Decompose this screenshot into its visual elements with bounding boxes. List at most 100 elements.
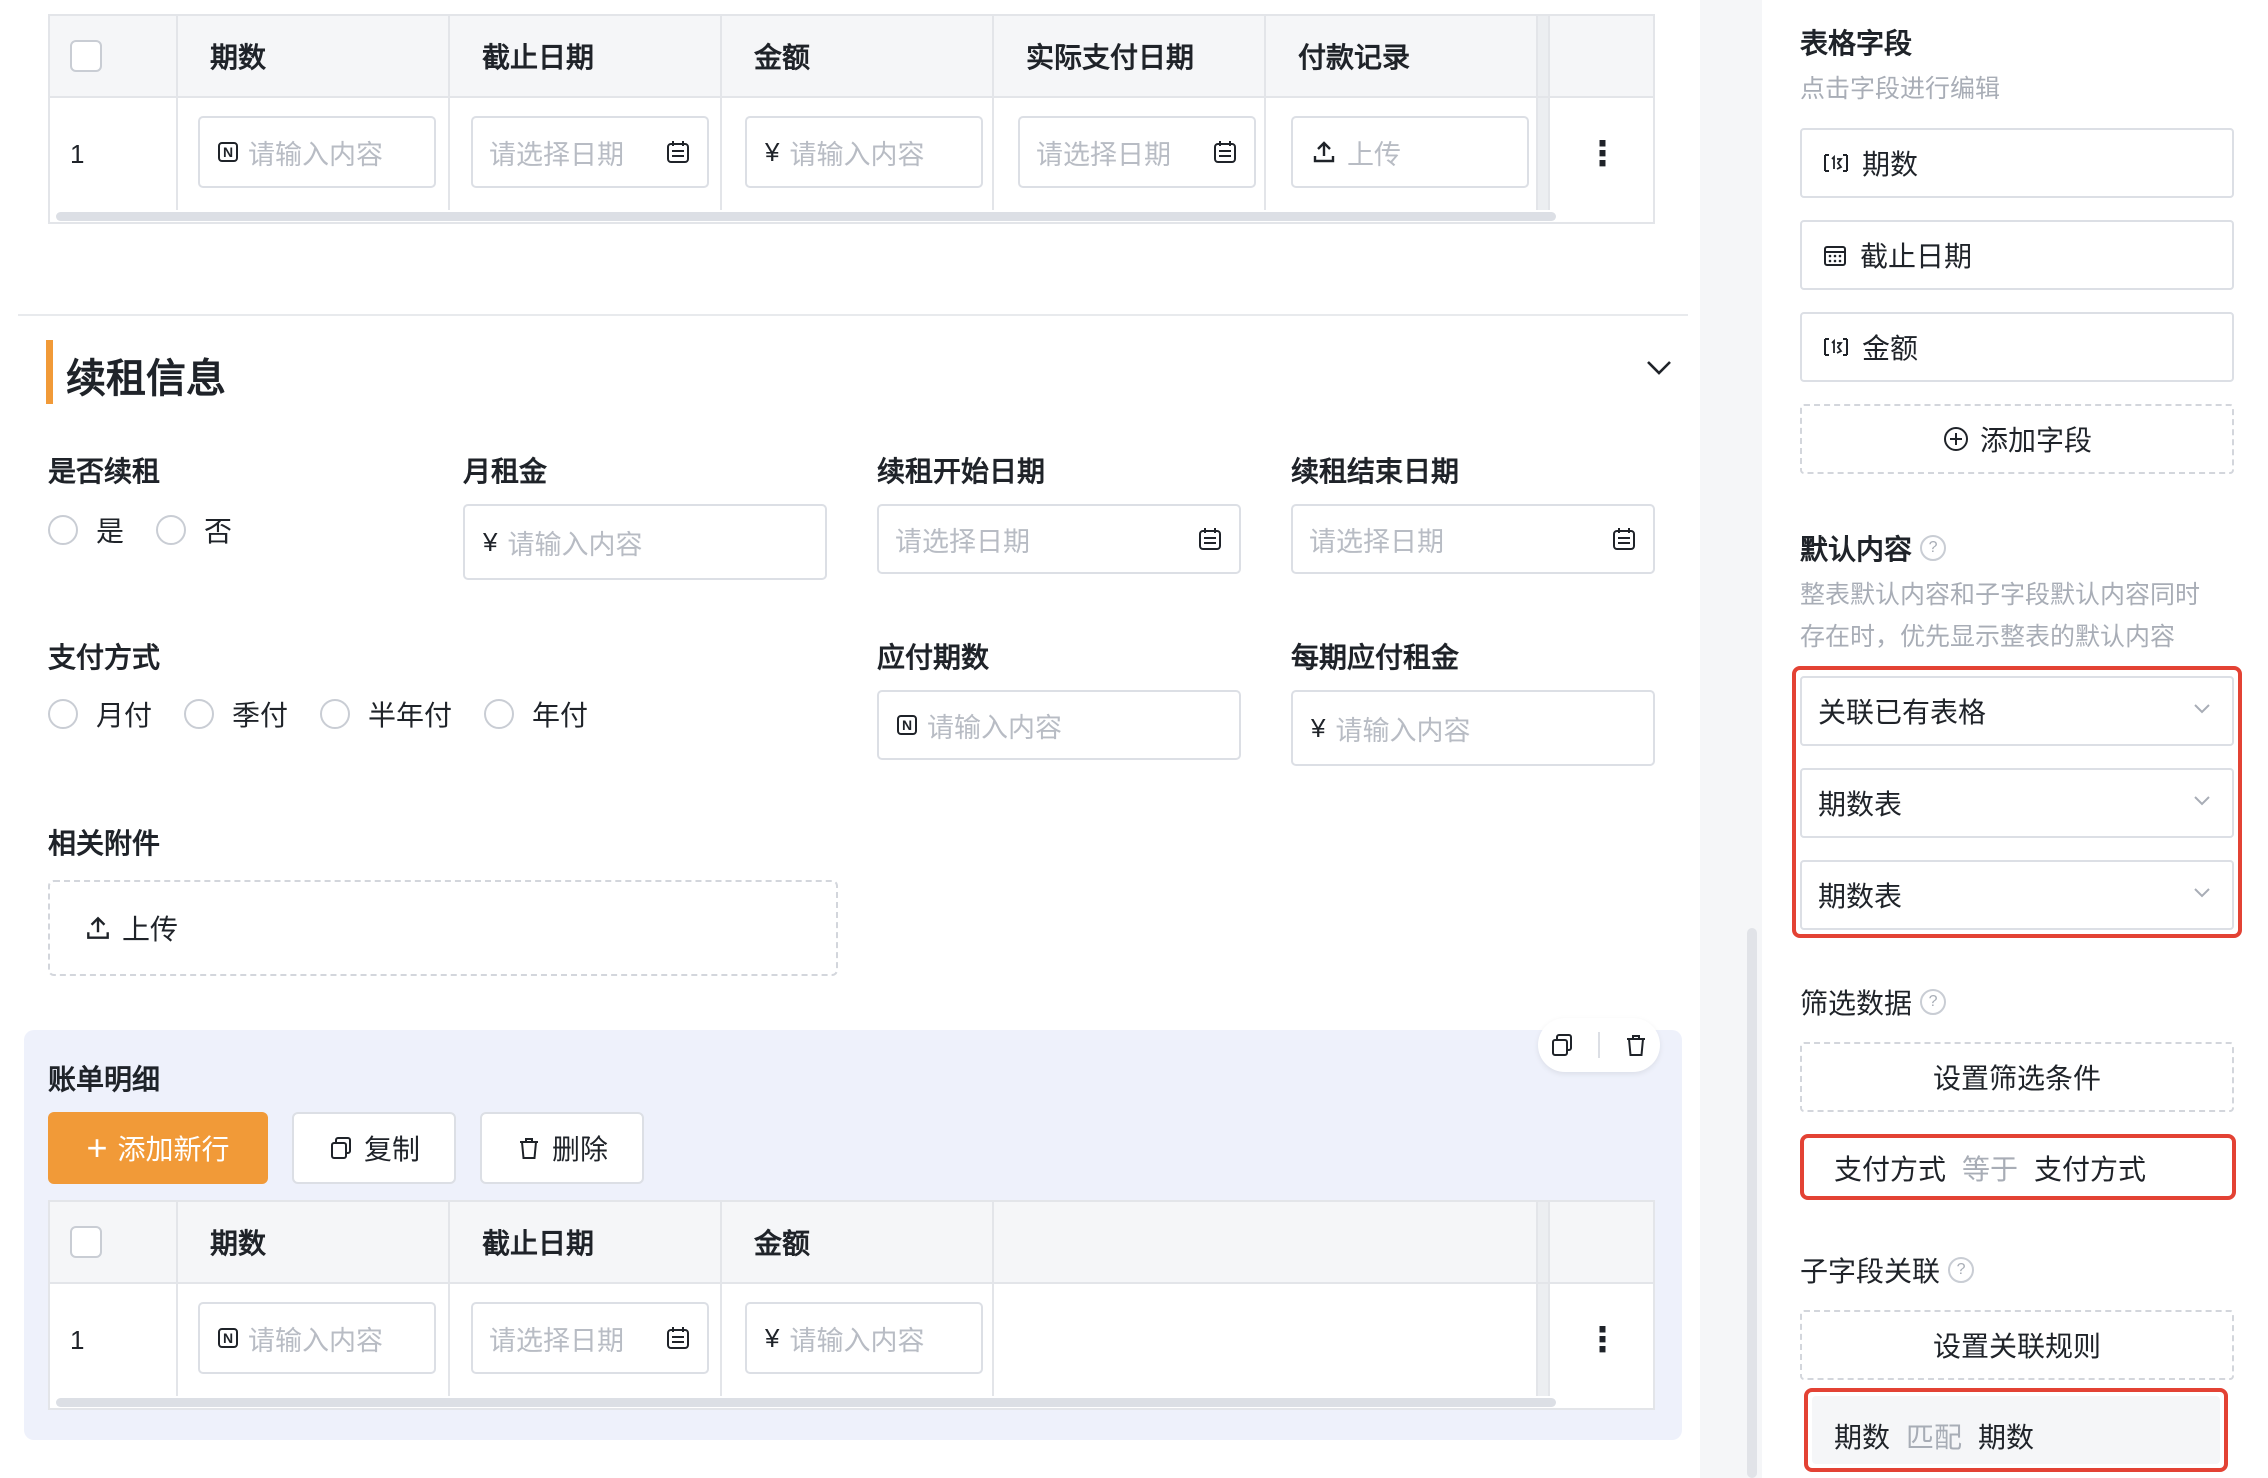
periods-due-input[interactable]: N 请输入内容 bbox=[877, 690, 1241, 760]
select-value: 关联已有表格 bbox=[1818, 697, 1987, 728]
attachments-label: 相关附件 bbox=[48, 828, 161, 859]
delete-button[interactable]: 删除 bbox=[480, 1112, 644, 1184]
payment-monthly-radio[interactable]: 月付 bbox=[48, 694, 152, 734]
button-label: 复制 bbox=[363, 1134, 420, 1165]
header-actual-pay-date: 实际支付日期 bbox=[994, 16, 1266, 96]
table-fields-subtitle: 点击字段进行编辑 bbox=[1800, 75, 2001, 103]
filter-title: 筛选数据 ? bbox=[1800, 982, 1947, 1022]
card-toolbar bbox=[1538, 1018, 1660, 1072]
header-due-date: 截止日期 bbox=[450, 1202, 722, 1282]
due-date-picker[interactable]: 请选择日期 bbox=[471, 116, 709, 188]
due-date-picker[interactable]: 请选择日期 bbox=[471, 1302, 709, 1374]
set-relation-button[interactable]: 设置关联规则 bbox=[1800, 1310, 2234, 1380]
rent-per-period-input[interactable]: ¥ 请输入内容 bbox=[1291, 690, 1655, 766]
payment-record-upload[interactable]: 上传 bbox=[1291, 116, 1529, 188]
vertical-scrollbar[interactable] bbox=[1747, 928, 1757, 1478]
upload-icon bbox=[84, 914, 112, 942]
horizontal-scrollbar[interactable] bbox=[56, 212, 1556, 221]
payment-yearly-radio[interactable]: 年付 bbox=[484, 694, 588, 734]
select-all-checkbox[interactable] bbox=[70, 1226, 102, 1258]
help-icon[interactable]: ? bbox=[1920, 989, 1947, 1015]
select-all-checkbox[interactable] bbox=[70, 40, 102, 72]
add-row-button[interactable]: + 添加新行 bbox=[48, 1112, 268, 1184]
row-number: 1 bbox=[50, 1284, 178, 1396]
amount-input[interactable]: ¥ 请输入内容 bbox=[745, 116, 983, 188]
payment-quarterly-radio[interactable]: 季付 bbox=[184, 694, 288, 734]
header-payment-record: 付款记录 bbox=[1266, 16, 1538, 96]
more-options-icon[interactable]: ⋮ bbox=[1550, 1323, 1653, 1357]
relation-rule[interactable]: 期数 匹配 期数 bbox=[1834, 1416, 2034, 1456]
default-source-select[interactable]: 关联已有表格 bbox=[1800, 676, 2234, 746]
renew-start-label: 续租开始日期 bbox=[877, 456, 1046, 487]
renew-start-date-picker[interactable]: 请选择日期 bbox=[877, 504, 1241, 574]
section-accent-bar bbox=[46, 340, 53, 404]
attachments-upload-area[interactable]: 上传 bbox=[48, 880, 838, 976]
calendar-icon bbox=[1212, 139, 1238, 165]
select-value: 期数表 bbox=[1818, 881, 1903, 912]
field-item-due-date[interactable]: 截止日期 bbox=[1800, 220, 2234, 290]
placeholder-text: 请输入内容 bbox=[507, 529, 643, 560]
default-view-select[interactable]: 期数表 bbox=[1800, 860, 2234, 930]
placeholder-text: 请输入内容 bbox=[927, 712, 1062, 743]
default-content-title: 默认内容 ? bbox=[1800, 528, 1947, 568]
rule-field: 期数 bbox=[1834, 1422, 1891, 1453]
trash-icon[interactable] bbox=[1623, 1032, 1649, 1058]
rule-operator: 匹配 bbox=[1906, 1422, 1963, 1453]
period-number-input[interactable]: N 请输入内容 bbox=[198, 1302, 436, 1374]
rule-value: 期数 bbox=[1978, 1422, 2035, 1453]
placeholder-text: 请选择日期 bbox=[895, 526, 1030, 557]
section-title: 续租信息 bbox=[66, 357, 226, 401]
header-due-date: 截止日期 bbox=[450, 16, 722, 96]
calendar-icon bbox=[665, 1325, 691, 1351]
calendar-icon bbox=[1197, 526, 1223, 552]
chevron-down-icon bbox=[2190, 787, 2214, 819]
monthly-rent-input[interactable]: ¥ 请输入内容 bbox=[463, 504, 827, 580]
renew-no-radio[interactable]: 否 bbox=[156, 510, 232, 550]
button-label: 添加字段 bbox=[1979, 425, 2092, 456]
rule-field: 支付方式 bbox=[1834, 1154, 1947, 1185]
table-header-row: 期数 截止日期 金额 实际支付日期 付款记录 bbox=[50, 16, 1653, 98]
table-fields-title: 表格字段 bbox=[1800, 28, 1913, 59]
number-icon: N bbox=[218, 1328, 238, 1348]
period-number-input[interactable]: N 请输入内容 bbox=[198, 116, 436, 188]
trash-icon bbox=[516, 1135, 542, 1161]
placeholder-text: 上传 bbox=[1347, 139, 1401, 170]
title-text: 子字段关联 bbox=[1800, 1256, 1941, 1287]
default-table-select[interactable]: 期数表 bbox=[1800, 768, 2234, 838]
renew-label: 是否续租 bbox=[48, 456, 161, 487]
renew-end-label: 续租结束日期 bbox=[1291, 456, 1460, 487]
set-filter-button[interactable]: 设置筛选条件 bbox=[1800, 1042, 2234, 1112]
yuan-icon: ¥ bbox=[1311, 712, 1326, 743]
title-text: 默认内容 bbox=[1800, 534, 1913, 565]
toolbar-divider bbox=[1597, 1032, 1600, 1058]
copy-button[interactable]: 复制 bbox=[292, 1112, 456, 1184]
filter-rule[interactable]: 支付方式 等于 支付方式 bbox=[1834, 1148, 2146, 1188]
number-icon: N bbox=[897, 715, 917, 735]
field-label: 金额 bbox=[1862, 333, 1919, 364]
actual-pay-date-picker[interactable]: 请选择日期 bbox=[1018, 116, 1256, 188]
title-text: 筛选数据 bbox=[1800, 988, 1913, 1019]
field-item-amount[interactable]: 金额 bbox=[1800, 312, 2234, 382]
chevron-down-icon bbox=[2190, 879, 2214, 911]
amount-input[interactable]: ¥ 请输入内容 bbox=[745, 1302, 983, 1374]
help-icon[interactable]: ? bbox=[1920, 535, 1947, 561]
frozen-divider bbox=[1538, 16, 1550, 96]
radio-label: 年付 bbox=[532, 700, 589, 731]
more-options-icon[interactable]: ⋮ bbox=[1550, 137, 1653, 171]
placeholder-text: 请选择日期 bbox=[1309, 526, 1444, 557]
field-item-period[interactable]: 期数 bbox=[1800, 128, 2234, 198]
collapse-chevron-icon[interactable] bbox=[1642, 350, 1676, 389]
subfield-title: 子字段关联 ? bbox=[1800, 1250, 1975, 1290]
select-value: 期数表 bbox=[1818, 789, 1903, 820]
header-actions-cell bbox=[1550, 16, 1653, 96]
horizontal-scrollbar[interactable] bbox=[56, 1398, 1556, 1407]
section-divider bbox=[18, 314, 1688, 316]
renew-end-date-picker[interactable]: 请选择日期 bbox=[1291, 504, 1655, 574]
frozen-divider bbox=[1538, 1202, 1550, 1282]
copy-icon[interactable] bbox=[1549, 1032, 1575, 1058]
help-icon[interactable]: ? bbox=[1948, 1257, 1975, 1283]
payment-half-year-radio[interactable]: 半年付 bbox=[320, 694, 452, 734]
renew-yes-radio[interactable]: 是 bbox=[48, 510, 124, 550]
header-actions-cell bbox=[1550, 1202, 1653, 1282]
add-field-button[interactable]: 添加字段 bbox=[1800, 404, 2234, 474]
